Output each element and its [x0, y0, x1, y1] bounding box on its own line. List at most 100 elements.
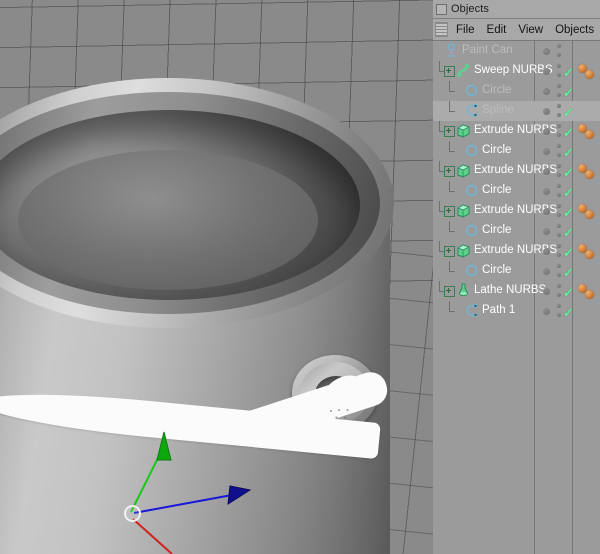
render-visibility-dot[interactable] — [557, 173, 561, 177]
tree-row[interactable]: Extrude NURBS ✓ — [433, 161, 600, 181]
enable-check-icon[interactable]: ✓ — [563, 206, 574, 219]
tree-row[interactable]: Circle ✓ — [433, 141, 600, 161]
tree-row[interactable]: Paint Can — [433, 41, 600, 61]
circle-icon[interactable] — [464, 223, 479, 238]
sweep-icon[interactable] — [456, 63, 471, 78]
tree-row[interactable]: Extrude NURBS ✓ — [433, 201, 600, 221]
tree-row[interactable]: Sweep NURBS ✓ — [433, 61, 600, 81]
tree-row[interactable]: Path 1 ✓ — [433, 301, 600, 321]
editor-visibility-dot[interactable] — [557, 104, 561, 108]
editor-visibility-dot[interactable] — [557, 44, 561, 48]
null-icon[interactable] — [444, 43, 459, 58]
tree-row-label[interactable]: Circle — [482, 184, 511, 196]
visibility-dot[interactable] — [543, 268, 550, 275]
tree-row[interactable]: Circle ✓ — [433, 221, 600, 241]
tree-expander-toggle[interactable] — [444, 246, 455, 257]
render-visibility-dot[interactable] — [557, 293, 561, 297]
material-tag-icon[interactable] — [585, 170, 594, 179]
visibility-dot[interactable] — [543, 108, 550, 115]
visibility-dot[interactable] — [543, 228, 550, 235]
tree-row[interactable]: Circle ✓ — [433, 181, 600, 201]
render-visibility-dot[interactable] — [557, 233, 561, 237]
menu-item-edit[interactable]: Edit — [481, 22, 513, 38]
enable-check-icon[interactable]: ✓ — [563, 286, 574, 299]
render-visibility-dot[interactable] — [557, 153, 561, 157]
tree-row[interactable]: Lathe NURBS ✓ — [433, 281, 600, 301]
render-visibility-dot[interactable] — [557, 193, 561, 197]
spline-icon[interactable] — [464, 103, 479, 118]
visibility-dot[interactable] — [543, 88, 550, 95]
axis-gizmo-origin[interactable] — [124, 505, 141, 522]
tree-row-label[interactable]: Circle — [482, 84, 511, 96]
tree-row-label[interactable]: Path 1 — [482, 304, 515, 316]
tree-row-label[interactable]: Sweep NURBS — [474, 64, 553, 76]
tree-row[interactable]: Circle ✓ — [433, 81, 600, 101]
spline-icon[interactable] — [464, 303, 479, 318]
enable-check-icon[interactable]: ✓ — [563, 106, 574, 119]
tree-row[interactable]: Extrude NURBS ✓ — [433, 241, 600, 261]
tree-row[interactable]: Extrude NURBS ✓ — [433, 121, 600, 141]
visibility-dot[interactable] — [543, 308, 550, 315]
enable-check-icon[interactable]: ✓ — [563, 66, 574, 79]
render-visibility-dot[interactable] — [557, 53, 561, 57]
editor-visibility-dot[interactable] — [557, 284, 561, 288]
material-tag-icon[interactable] — [585, 210, 594, 219]
render-visibility-dot[interactable] — [557, 273, 561, 277]
enable-check-icon[interactable]: ✓ — [563, 266, 574, 279]
enable-check-icon[interactable]: ✓ — [563, 246, 574, 259]
extrude-icon[interactable] — [456, 123, 471, 138]
tree-expander-toggle[interactable] — [444, 286, 455, 297]
enable-check-icon[interactable]: ✓ — [563, 226, 574, 239]
render-visibility-dot[interactable] — [557, 313, 561, 317]
tree-row-label[interactable]: Lathe NURBS — [474, 284, 546, 296]
3d-viewport[interactable] — [0, 0, 433, 554]
material-tag-icon[interactable] — [585, 290, 594, 299]
tree-expander-toggle[interactable] — [444, 166, 455, 177]
visibility-dot[interactable] — [543, 148, 550, 155]
visibility-dot[interactable] — [543, 48, 550, 55]
window-menu-icon[interactable] — [436, 3, 447, 15]
editor-visibility-dot[interactable] — [557, 144, 561, 148]
enable-check-icon[interactable]: ✓ — [563, 126, 574, 139]
menu-item-file[interactable]: File — [450, 22, 481, 38]
render-visibility-dot[interactable] — [557, 213, 561, 217]
circle-icon[interactable] — [464, 143, 479, 158]
editor-visibility-dot[interactable] — [557, 264, 561, 268]
render-visibility-dot[interactable] — [557, 93, 561, 97]
editor-visibility-dot[interactable] — [557, 124, 561, 128]
enable-check-icon[interactable]: ✓ — [563, 86, 574, 99]
editor-visibility-dot[interactable] — [557, 84, 561, 88]
tree-row[interactable]: Circle ✓ — [433, 261, 600, 281]
visibility-dot[interactable] — [543, 168, 550, 175]
visibility-dot[interactable] — [543, 208, 550, 215]
axis-gizmo[interactable] — [110, 420, 270, 554]
editor-visibility-dot[interactable] — [557, 184, 561, 188]
tree-expander-toggle[interactable] — [444, 66, 455, 77]
editor-visibility-dot[interactable] — [557, 244, 561, 248]
render-visibility-dot[interactable] — [557, 133, 561, 137]
visibility-dot[interactable] — [543, 188, 550, 195]
tree-expander-toggle[interactable] — [444, 126, 455, 137]
material-tag-icon[interactable] — [585, 250, 594, 259]
visibility-dot[interactable] — [543, 248, 550, 255]
enable-check-icon[interactable]: ✓ — [563, 166, 574, 179]
visibility-dot[interactable] — [543, 288, 550, 295]
tree-row-label[interactable]: Paint Can — [462, 44, 513, 56]
editor-visibility-dot[interactable] — [557, 204, 561, 208]
editor-visibility-dot[interactable] — [557, 304, 561, 308]
material-tag-icon[interactable] — [585, 130, 594, 139]
menubar-grip-handle[interactable] — [435, 22, 448, 37]
circle-icon[interactable] — [464, 83, 479, 98]
menu-item-objects[interactable]: Objects — [549, 22, 600, 38]
tree-row-label[interactable]: Circle — [482, 144, 511, 156]
render-visibility-dot[interactable] — [557, 73, 561, 77]
enable-check-icon[interactable]: ✓ — [563, 146, 574, 159]
extrude-icon[interactable] — [456, 243, 471, 258]
tree-expander-toggle[interactable] — [444, 206, 455, 217]
tree-row-label[interactable]: Circle — [482, 224, 511, 236]
tree-row-label[interactable]: Spline — [482, 104, 514, 116]
editor-visibility-dot[interactable] — [557, 64, 561, 68]
tree-row[interactable]: Spline ✓ — [433, 101, 600, 121]
circle-icon[interactable] — [464, 183, 479, 198]
extrude-icon[interactable] — [456, 163, 471, 178]
